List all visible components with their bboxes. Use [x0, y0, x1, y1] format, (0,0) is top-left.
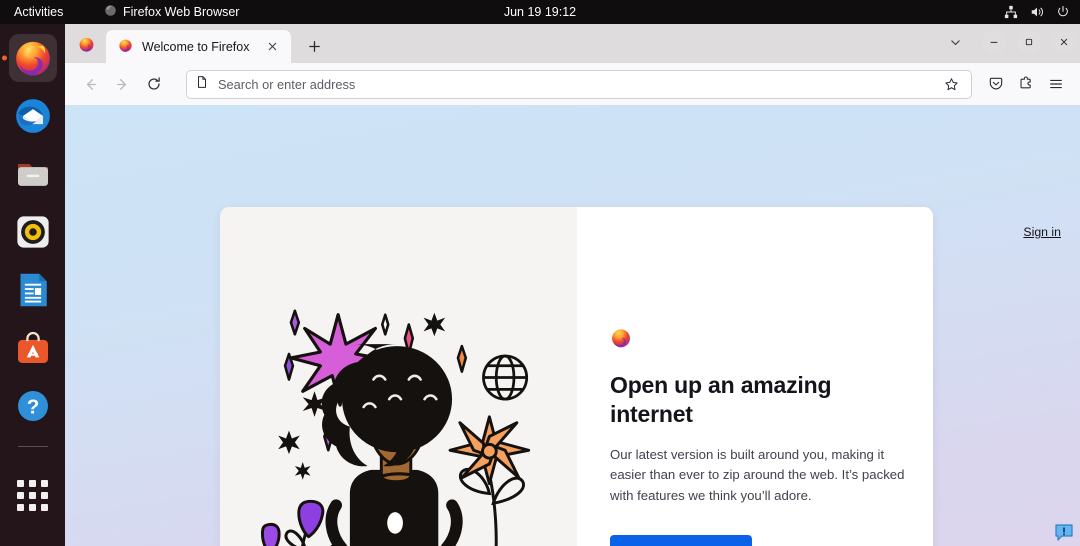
back-button[interactable] [74, 69, 106, 99]
dock-item-libreoffice-writer[interactable] [9, 266, 57, 314]
rhythmbox-icon [16, 216, 49, 248]
close-tab-icon[interactable] [264, 38, 281, 55]
set-up-button[interactable]: Set up in seconds [610, 535, 752, 546]
grid-dot [17, 503, 24, 511]
maximize-button[interactable] [1017, 30, 1041, 54]
list-all-tabs-button[interactable] [939, 27, 971, 57]
tab-favicon-firefox-icon [118, 38, 133, 56]
activities-button[interactable]: Activities [14, 5, 63, 19]
help-icon: ? [17, 391, 48, 421]
tab-welcome-to-firefox[interactable]: Welcome to Firefox [106, 30, 291, 63]
network-icon [1004, 5, 1018, 19]
dock-item-ubuntu-software[interactable] [9, 324, 57, 372]
grid-dot [29, 479, 36, 487]
tab-bar: Welcome to Firefox [65, 24, 1080, 63]
sign-in-link[interactable]: Sign in [1023, 225, 1061, 239]
svg-text:?: ? [26, 396, 39, 419]
firefox-window-icon [72, 27, 100, 61]
new-tab-button[interactable] [299, 31, 329, 61]
power-icon [1056, 5, 1070, 19]
extensions-button[interactable] [1011, 69, 1041, 99]
app-menu-button[interactable] [1041, 69, 1071, 99]
dock-item-rhythmbox[interactable] [9, 208, 57, 256]
onboarding-card: Open up an amazing internet Our latest v… [220, 207, 933, 546]
dock-item-firefox[interactable] [8, 34, 57, 82]
forward-button[interactable] [106, 69, 138, 99]
page-content: Sign in Open up an amazing internet Our … [65, 105, 1080, 546]
address-bar-placeholder: Search or enter address [218, 76, 356, 92]
tab-title: Welcome to Firefox [142, 39, 250, 54]
screen: Activities Firefox Web Browser Jun 19 19… [0, 0, 1080, 546]
volume-icon [1030, 5, 1044, 19]
active-app-indicator[interactable]: Firefox Web Browser [104, 4, 239, 20]
page-icon [195, 75, 209, 94]
dock-item-files[interactable] [9, 150, 57, 198]
feedback-bubble-icon[interactable] [1054, 522, 1074, 542]
thunderbird-icon [15, 99, 50, 133]
minimize-button[interactable] [982, 30, 1006, 54]
show-applications-button[interactable] [11, 473, 55, 517]
firefox-icon [15, 41, 50, 76]
page-body-text: Our latest version is built around you, … [610, 446, 905, 503]
gnome-top-bar: Activities Firefox Web Browser Jun 19 19… [0, 0, 1080, 24]
tabstrip-controls [939, 27, 1076, 57]
firefox-icon [104, 4, 117, 20]
onboarding-text-panel: Open up an amazing internet Our latest v… [577, 207, 933, 546]
reload-button[interactable] [138, 69, 170, 99]
grid-dot [41, 479, 48, 487]
grid-dot [29, 491, 36, 499]
libreoffice-writer-icon [20, 273, 47, 307]
globe-icon [482, 354, 529, 401]
files-icon [17, 164, 48, 186]
person-with-laptop-illustration [260, 309, 531, 546]
grid-dot [17, 479, 24, 487]
active-app-label: Firefox Web Browser [123, 5, 240, 19]
dock-item-help[interactable]: ? [9, 382, 57, 430]
grid-dot [41, 491, 48, 499]
purple-flowers [260, 499, 325, 546]
save-to-pocket-button[interactable] [981, 69, 1011, 99]
close-window-button[interactable] [1052, 30, 1076, 54]
page-headline: Open up an amazing internet [610, 372, 832, 428]
address-bar[interactable]: Search or enter address [186, 69, 972, 99]
grid-dot [41, 503, 48, 511]
dock-item-thunderbird[interactable] [9, 92, 57, 140]
firefox-logo-icon [612, 329, 630, 348]
bookmark-star-icon[interactable] [939, 72, 963, 96]
navigation-toolbar: Search or enter address [65, 63, 1080, 105]
grid-dot [17, 491, 24, 499]
ubuntu-dock: ? [0, 24, 65, 546]
dock-separator [17, 446, 48, 447]
ubuntu-software-icon [17, 331, 48, 363]
firefox-window: Welcome to Firefox Search or enter addre… [65, 24, 1080, 546]
system-indicators[interactable] [1004, 5, 1070, 19]
illustration-panel [220, 207, 577, 546]
grid-dot [29, 503, 36, 511]
